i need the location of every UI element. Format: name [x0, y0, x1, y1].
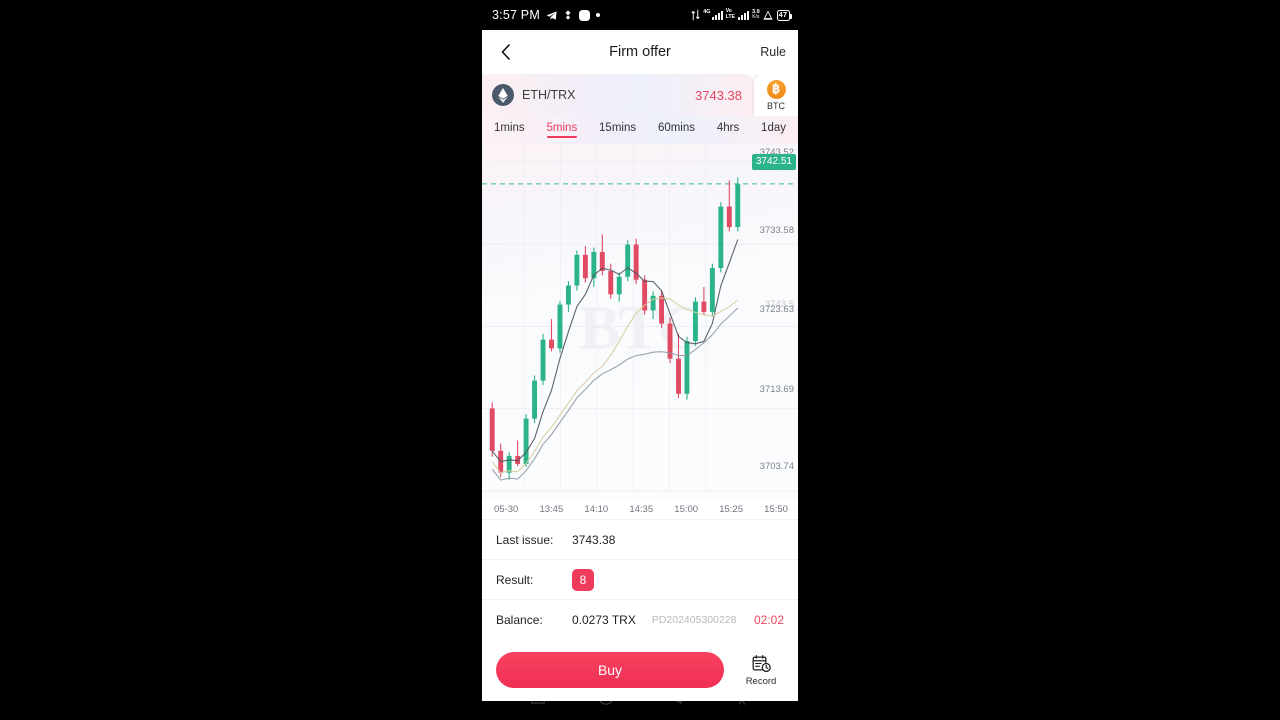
signal-4g-icon: 4G: [703, 8, 723, 21]
x-tick-1: 13:45: [539, 503, 564, 515]
dot-icon: [595, 13, 600, 17]
signal-bars-icon: [738, 10, 749, 20]
network-gen-label: 4G: [703, 8, 711, 15]
timeframe-60mins[interactable]: 60mins: [658, 122, 695, 138]
x-tick-2: 14:10: [584, 503, 609, 515]
row-balance: Balance: 0.0273 TRX PD202405300228 02:02: [482, 599, 798, 639]
status-bar-right: 4G Vo LTE 3.9 K/s 47: [691, 8, 793, 21]
chart-y-label-2: 3723.63: [759, 304, 794, 315]
candlestick-canvas: [482, 144, 798, 492]
status-bar-clock: 3:57 PM: [492, 8, 540, 22]
x-tick-6: 15:50: [764, 503, 788, 515]
record-label: Record: [745, 675, 777, 687]
buy-button[interactable]: Buy: [496, 652, 724, 688]
info-rows: Last issue: 3743.38 Result: 8 Balance: 0…: [482, 519, 798, 639]
timeframe-1mins[interactable]: 1mins: [494, 122, 525, 138]
bottom-action-bar: Buy Record: [482, 639, 798, 701]
timeframe-15mins[interactable]: 15mins: [599, 122, 636, 138]
calendar-clock-icon: [752, 654, 771, 672]
ticker-price: 3743.38: [695, 87, 742, 103]
chart-x-axis: 05-30 13:45 14:10 14:35 15:00 15:25 15:5…: [482, 499, 798, 519]
chart-y-label-3: 3713.69: [759, 384, 794, 395]
bitcoin-icon: ฿: [766, 79, 786, 99]
x-tick-3: 14:35: [629, 503, 654, 515]
alarm-icon: [763, 10, 772, 20]
record-button[interactable]: Record: [738, 654, 784, 687]
last-issue-value: 3743.38: [572, 532, 616, 547]
status-bar: 3:57 PM 4G Vo LTE 3.9 K/s 47: [482, 0, 798, 30]
current-price-badge: 3742.51: [751, 154, 796, 170]
ticker-pair-label: ETH/TRX: [522, 88, 576, 102]
screen-root: 3:57 PM 4G Vo LTE 3.9 K/s 47 Firm offer …: [0, 0, 1280, 720]
diamond-icon: [565, 10, 571, 20]
ethereum-glyph: [498, 87, 508, 103]
telegram-icon: [546, 10, 557, 20]
last-issue-label: Last issue:: [496, 532, 554, 547]
order-id: PD202405300228: [651, 613, 737, 626]
data-rate-indicator: 3.9 K/s: [752, 8, 760, 21]
app-container: Firm offer Rule ETH/TRX 3743.38 ฿ BTC 1m…: [482, 30, 798, 701]
row-last-issue: Last issue: 3743.38: [482, 519, 798, 559]
page-title: Firm offer: [609, 44, 671, 60]
rule-button[interactable]: Rule: [760, 45, 786, 59]
battery-icon: 47: [776, 9, 793, 21]
timeframe-5mins[interactable]: 5mins: [546, 122, 577, 138]
row-result: Result: 8: [482, 559, 798, 599]
x-tick-5: 15:25: [719, 503, 743, 515]
back-button[interactable]: [494, 41, 516, 63]
result-badge: 8: [572, 568, 594, 591]
ticker-eth-trx[interactable]: ETH/TRX 3743.38: [482, 74, 754, 116]
timeframe-1day[interactable]: 1day: [761, 122, 786, 138]
phone-viewport: 3:57 PM 4G Vo LTE 3.9 K/s 47 Firm offer …: [482, 0, 798, 720]
volte-icon: Vo LTE: [725, 8, 735, 20]
app-bar: Firm offer Rule: [482, 30, 798, 74]
blob-icon: [578, 9, 590, 21]
timeframe-tabs: 1mins 5mins 15mins 60mins 4hrs 1day: [482, 116, 798, 144]
chart-y-label-1: 3733.58: [759, 225, 794, 236]
tab-btc[interactable]: ฿ BTC: [754, 74, 798, 116]
countdown-timer: 02:02: [753, 612, 784, 627]
price-chart[interactable]: BTC 3743.5 3743.52 3733.58 3723.63 3713.…: [482, 144, 798, 499]
chart-y-label-4: 3703.74: [759, 461, 794, 472]
tab-btc-label: BTC: [767, 100, 785, 111]
balance-value: 0.0273 TRX: [572, 612, 636, 627]
timeframe-4hrs[interactable]: 4hrs: [717, 122, 739, 138]
data-transfer-icon: [691, 9, 700, 21]
balance-label: Balance:: [496, 612, 543, 627]
ethereum-icon: [492, 84, 514, 106]
ticker-bar: ETH/TRX 3743.38 ฿ BTC: [482, 74, 798, 116]
x-tick-4: 15:00: [674, 503, 699, 515]
x-tick-0: 05-30: [494, 503, 519, 515]
status-bar-left: 3:57 PM: [492, 8, 600, 22]
chevron-left-icon: [501, 44, 510, 60]
result-label: Result:: [496, 572, 534, 587]
